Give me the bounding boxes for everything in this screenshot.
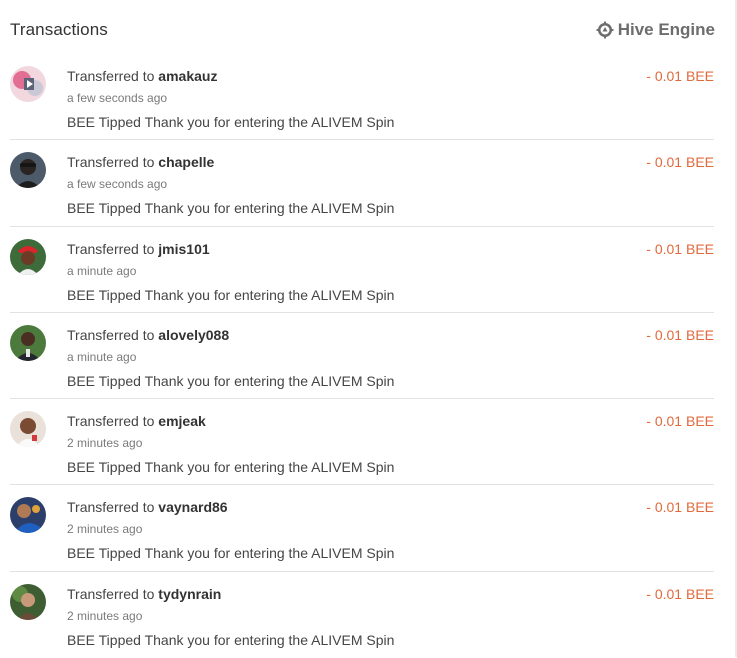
user-avatar[interactable] [10, 66, 46, 102]
transfer-text: Transferred to jmis101 [67, 241, 210, 257]
user-avatar[interactable] [10, 583, 46, 620]
timestamp: 2 minutes ago [67, 522, 143, 537]
panel-header: Transactions Hive Engine [10, 18, 715, 42]
transaction-list: Transferred to amakauz a few seconds ago… [0, 54, 737, 658]
amount: - 0.01 BEE [646, 154, 714, 171]
transaction-row: Transferred to jmis101 a minute ago BEE … [0, 227, 737, 313]
transfer-prefix: Transferred to [67, 326, 155, 343]
hive-engine-link[interactable]: Hive Engine [596, 20, 715, 40]
user-avatar[interactable] [10, 238, 46, 275]
transfer-text: Transferred to emjeak [67, 413, 206, 429]
timestamp: a minute ago [67, 263, 137, 278]
amount: - 0.01 BEE [646, 240, 714, 257]
transfer-prefix: Transferred to [67, 413, 155, 430]
transfer-text: Transferred to vaynard86 [67, 499, 228, 515]
amount: - 0.01 BEE [646, 413, 714, 430]
transaction-row: Transferred to chapelle a few seconds ag… [0, 140, 737, 227]
timestamp: a few seconds ago [67, 177, 168, 192]
memo-text: BEE Tipped Thank you for entering the AL… [67, 114, 395, 130]
user-avatar[interactable] [10, 497, 46, 534]
user-avatar[interactable] [10, 411, 46, 448]
recipient-link[interactable]: chapelle [158, 154, 214, 170]
recipient-link[interactable]: tydynrain [158, 586, 221, 602]
transfer-prefix: Transferred to [67, 154, 155, 171]
transaction-row: Transferred to emjeak 2 minutes ago BEE … [0, 399, 737, 486]
transfer-text: Transferred to alovely088 [67, 327, 229, 343]
transfer-prefix: Transferred to [67, 68, 155, 84]
transfer-prefix: Transferred to [67, 585, 155, 602]
amount: - 0.01 BEE [646, 326, 714, 343]
recipient-link[interactable]: amakauz [158, 68, 217, 84]
transaction-row: Transferred to amakauz a few seconds ago… [0, 54, 737, 141]
amount: - 0.01 BEE [646, 68, 714, 84]
memo-text: BEE Tipped Thank you for entering the AL… [67, 200, 395, 217]
transfer-prefix: Transferred to [67, 240, 155, 257]
transfer-text: Transferred to tydynrain [67, 586, 221, 602]
recipient-link[interactable]: jmis101 [158, 241, 209, 257]
amount: - 0.01 BEE [646, 499, 714, 516]
memo-text: BEE Tipped Thank you for entering the AL… [67, 372, 395, 389]
transaction-row: Transferred to vaynard86 2 minutes ago B… [0, 485, 737, 572]
hive-engine-label: Hive Engine [617, 20, 715, 39]
timestamp: 2 minutes ago [67, 608, 143, 623]
transaction-row: Transferred to tydynrain 2 minutes ago B… [0, 572, 737, 658]
timestamp: a few seconds ago [67, 91, 168, 105]
panel-title: Transactions [10, 20, 108, 39]
memo-text: BEE Tipped Thank you for entering the AL… [67, 286, 395, 303]
transactions-panel: Transactions Hive Engine Transferred to … [0, 0, 737, 657]
timestamp: 2 minutes ago [67, 436, 143, 451]
transfer-prefix: Transferred to [67, 499, 155, 516]
hive-engine-gear-icon [596, 21, 614, 39]
memo-text: BEE Tipped Thank you for entering the AL… [67, 459, 395, 476]
transfer-text: Transferred to amakauz [67, 68, 217, 84]
user-avatar[interactable] [10, 152, 46, 189]
user-avatar[interactable] [10, 324, 46, 361]
memo-text: BEE Tipped Thank you for entering the AL… [67, 631, 395, 648]
transfer-text: Transferred to chapelle [67, 154, 214, 170]
memo-text: BEE Tipped Thank you for entering the AL… [67, 545, 395, 562]
recipient-link[interactable]: emjeak [158, 413, 205, 429]
recipient-link[interactable]: vaynard86 [158, 499, 227, 515]
timestamp: a minute ago [67, 349, 137, 364]
recipient-link[interactable]: alovely088 [158, 327, 229, 343]
transaction-row: Transferred to alovely088 a minute ago B… [0, 313, 737, 400]
amount: - 0.01 BEE [646, 585, 714, 602]
